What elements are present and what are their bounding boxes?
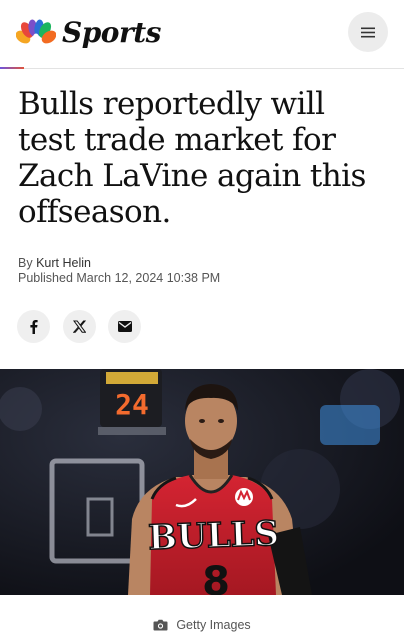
byline: By Kurt Helin (18, 255, 91, 271)
header-accent-line (0, 67, 24, 69)
image-caption: Getty Images (0, 615, 404, 635)
share-x-button[interactable] (63, 310, 96, 343)
byline-prefix: By (18, 256, 33, 270)
caption-credit: Getty Images (176, 618, 251, 632)
menu-button[interactable] (348, 12, 388, 52)
shot-clock-digits: 24 (115, 388, 149, 421)
peacock-icon (16, 19, 56, 45)
share-email-button[interactable] (108, 310, 141, 343)
camera-icon (153, 619, 168, 631)
jersey-text: BULLS (148, 514, 280, 559)
x-icon (73, 320, 86, 333)
jersey-number: 8 (202, 559, 230, 595)
hamburger-menu-icon (361, 27, 375, 37)
facebook-icon (30, 320, 38, 334)
published-date: Published March 12, 2024 10:38 PM (18, 271, 221, 285)
brand-wordmark: Sports (62, 15, 161, 49)
article-headline: Bulls reportedly will test trade market … (18, 86, 366, 230)
article-hero-image[interactable]: 24 BULLS 8 (0, 369, 404, 595)
site-header: Sports (0, 0, 404, 69)
author-link[interactable]: Kurt Helin (36, 256, 91, 270)
basketball-player-photo: 24 BULLS 8 (0, 369, 404, 595)
nbc-sports-logo[interactable]: Sports (16, 12, 186, 52)
share-facebook-button[interactable] (17, 310, 50, 343)
mail-icon (117, 321, 132, 332)
